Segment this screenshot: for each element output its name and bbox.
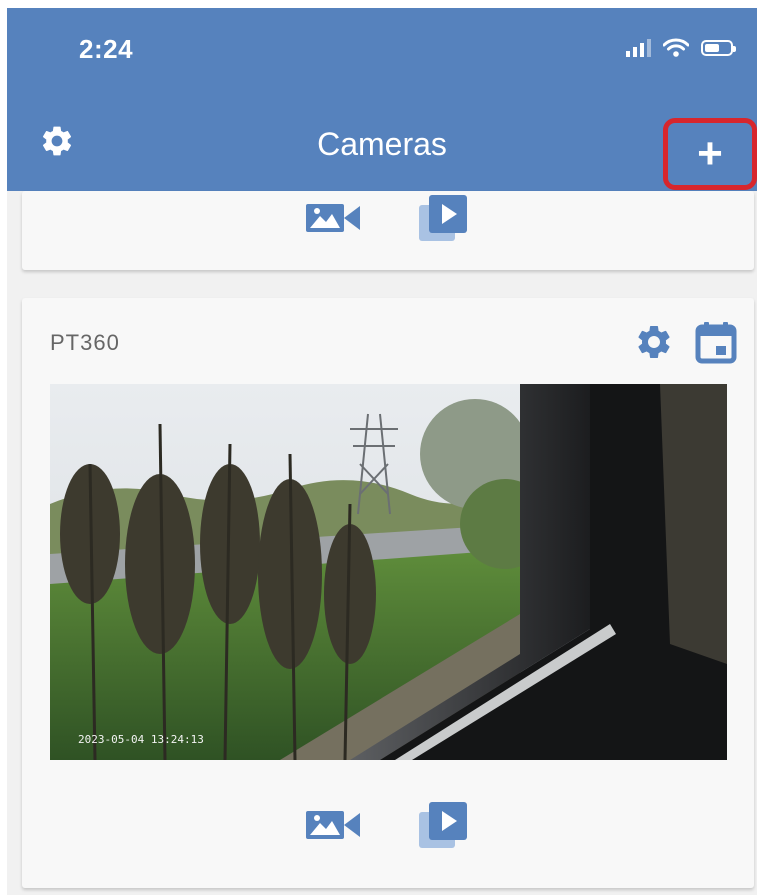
- status-time: 2:24: [79, 34, 134, 64]
- camera-card-previous: [22, 191, 754, 270]
- preview-timestamp: 2023-05-04 13:24:13: [78, 733, 204, 746]
- live-view-button[interactable]: [306, 195, 360, 241]
- calendar-icon[interactable]: [694, 320, 738, 364]
- video-camera-icon: [306, 204, 360, 232]
- live-view-button[interactable]: [306, 802, 360, 848]
- playback-button[interactable]: [416, 195, 470, 241]
- camera-snapshot: [50, 384, 727, 760]
- add-camera-button[interactable]: +: [663, 118, 757, 190]
- playback-icon: [419, 195, 467, 241]
- camera-name: PT360: [50, 330, 120, 355]
- video-camera-icon: [306, 811, 360, 839]
- camera-settings-gear-icon[interactable]: [634, 322, 674, 362]
- card-actions: [22, 802, 754, 848]
- app-header: 2:24 Cameras +: [7, 8, 757, 191]
- camera-card-pt360: PT360 2023-05-04 13:24:13: [22, 298, 754, 888]
- playback-button[interactable]: [416, 802, 470, 848]
- wifi-icon: [663, 38, 689, 57]
- cellular-signal-icon: [626, 39, 651, 57]
- app-screen: 2:24 Cameras + PT360 2023-05-04 13:24:13: [7, 8, 757, 895]
- plus-icon: +: [697, 129, 723, 178]
- status-icons: [626, 38, 736, 58]
- camera-preview-image[interactable]: 2023-05-04 13:24:13: [50, 384, 727, 760]
- page-title: Cameras: [317, 126, 447, 162]
- playback-icon: [419, 802, 467, 848]
- card-actions: [22, 195, 754, 241]
- battery-icon: [701, 40, 736, 56]
